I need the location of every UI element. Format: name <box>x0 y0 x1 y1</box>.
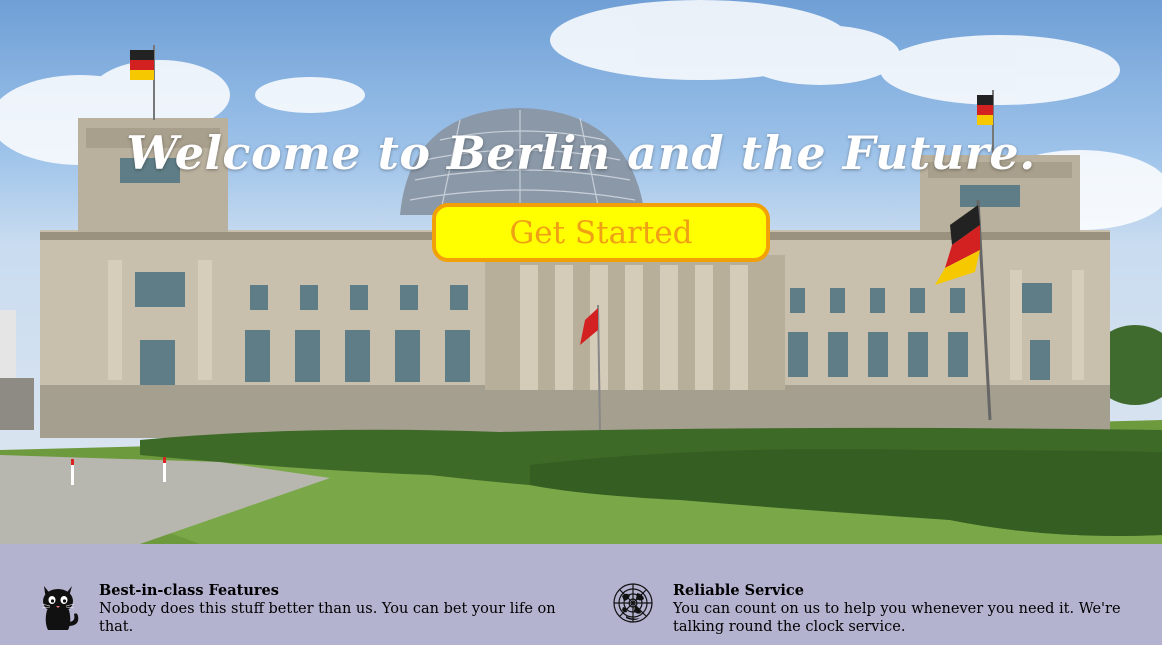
features-section: Best-in-class Features Nobody does this … <box>0 544 1162 645</box>
feature-description: You can count on us to help you whenever… <box>673 601 1121 635</box>
feature-description: Nobody does this stuff better than us. Y… <box>99 601 556 635</box>
hero-section: Welcome to Berlin and the Future. Get St… <box>0 0 1162 544</box>
hero-background-image <box>0 0 1162 544</box>
feature-text: Best-in-class Features Nobody does this … <box>99 582 578 636</box>
feature-item-best-in-class: Best-in-class Features Nobody does this … <box>38 582 578 636</box>
feature-title: Best-in-class Features <box>99 582 279 599</box>
feature-title: Reliable Service <box>673 582 804 599</box>
globe-map-icon <box>613 583 653 623</box>
feature-item-reliable-service: Reliable Service You can count on us to … <box>612 582 1132 636</box>
hero-title: Welcome to Berlin and the Future. <box>126 126 1036 180</box>
get-started-button[interactable]: Get Started <box>432 203 770 262</box>
cat-icon <box>41 586 79 630</box>
feature-text: Reliable Service You can count on us to … <box>673 582 1132 636</box>
